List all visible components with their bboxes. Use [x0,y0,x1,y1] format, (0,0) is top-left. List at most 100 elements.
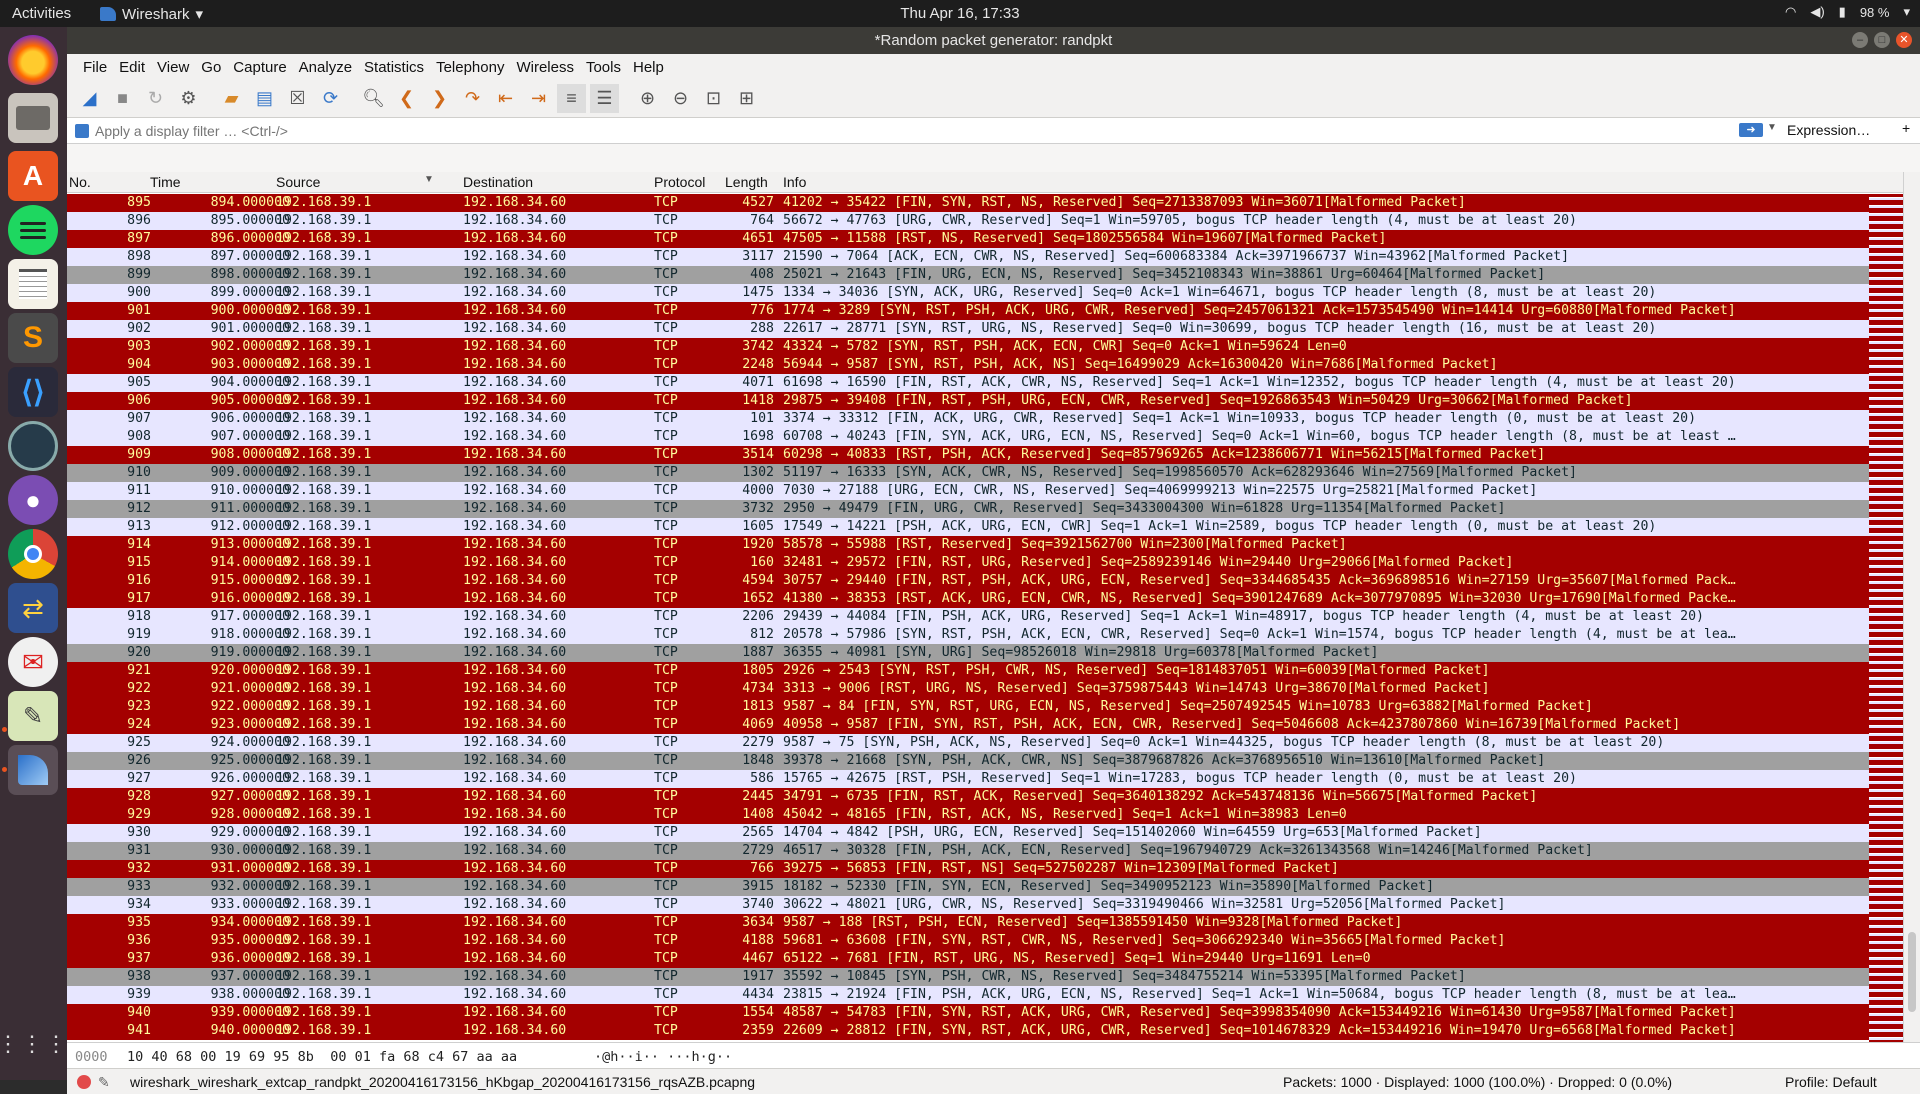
packet-row[interactable]: 913 912.000000 192.168.39.1 192.168.34.60 TC… [67,518,1869,536]
column-info[interactable]: Info [783,174,1903,190]
packet-row[interactable]: 922 921.000000 192.168.39.1 192.168.34.60 TC… [67,680,1869,698]
packet-row[interactable]: 929 928.000000 192.168.39.1 192.168.34.60 TC… [67,806,1869,824]
packet-row[interactable]: 935 934.000000 192.168.39.1 192.168.34.60 TC… [67,914,1869,932]
packet-row[interactable]: 914 913.000000 192.168.39.1 192.168.34.60 TC… [67,536,1869,554]
github-icon[interactable]: ● [8,475,58,525]
stop-capture-icon[interactable]: ■ [108,84,137,113]
packet-row[interactable]: 898 897.000000 192.168.39.1 192.168.34.60 TC… [67,248,1869,266]
expression-button[interactable]: Expression… [1787,122,1870,138]
last-packet-icon[interactable]: ⇥ [524,84,553,113]
packet-row[interactable]: 897 896.000000 192.168.39.1 192.168.34.60 TC… [67,230,1869,248]
packet-row[interactable]: 941 940.000000 192.168.39.1 192.168.34.60 TC… [67,1022,1869,1040]
reload-file-icon[interactable]: ⟳ [316,84,345,113]
autoscroll-icon[interactable]: ≡ [557,84,586,113]
packet-row[interactable]: 938 937.000000 192.168.39.1 192.168.34.60 TC… [67,968,1869,986]
add-filter-button[interactable]: + [1902,120,1910,136]
packet-row[interactable]: 896 895.000000 192.168.39.1 192.168.34.60 TC… [67,212,1869,230]
sublime-text-icon[interactable]: S [8,313,58,363]
packet-row[interactable]: 926 925.000000 192.168.39.1 192.168.34.60 TC… [67,752,1869,770]
apply-filter-icon[interactable]: ➜ [1739,123,1763,137]
packet-row[interactable]: 939 938.000000 192.168.39.1 192.168.34.60 TC… [67,986,1869,1004]
column-no[interactable]: No. [69,174,129,190]
go-back-icon[interactable]: ❮ [392,84,421,113]
packet-row[interactable]: 895 894.000000 192.168.39.1 192.168.34.60 TC… [67,194,1869,212]
column-source[interactable]: Source ▼ [276,174,456,190]
packet-row[interactable]: 919 918.000000 192.168.39.1 192.168.34.60 TC… [67,626,1869,644]
menu-edit[interactable]: Edit [113,59,151,76]
scrollbar-thumb[interactable] [1908,932,1916,1012]
packet-row[interactable]: 900 899.000000 192.168.39.1 192.168.34.60 TC… [67,284,1869,302]
packet-row[interactable]: 906 905.000000 192.168.39.1 192.168.34.60 TC… [67,392,1869,410]
packet-row[interactable]: 920 919.000000 192.168.39.1 192.168.34.60 TC… [67,644,1869,662]
packet-row[interactable]: 910 909.000000 192.168.39.1 192.168.34.60 TC… [67,464,1869,482]
start-capture-icon[interactable]: ◢ [75,84,104,113]
first-packet-icon[interactable]: ⇤ [491,84,520,113]
clock[interactable]: Thu Apr 16, 17:33 [0,5,1920,22]
packet-row[interactable]: 930 929.000000 192.168.39.1 192.168.34.60 TC… [67,824,1869,842]
menu-file[interactable]: File [77,59,113,76]
packet-row[interactable]: 905 904.000000 192.168.39.1 192.168.34.60 TC… [67,374,1869,392]
profile-selector[interactable]: Profile: Default [1785,1074,1877,1090]
editor-tool-icon[interactable]: ✎ [8,691,58,741]
find-packet-icon[interactable]: 🔍︎ [359,84,388,113]
system-tray[interactable]: ◠ ◀) ▮ 98 % ▾ [1785,4,1910,20]
bookmark-icon[interactable] [75,123,89,138]
window-titlebar[interactable]: *Random packet generator: randpkt – □ ✕ [67,27,1920,54]
packet-row[interactable]: 925 924.000000 192.168.39.1 192.168.34.60 TC… [67,734,1869,752]
packet-row[interactable]: 932 931.000000 192.168.39.1 192.168.34.60 TC… [67,860,1869,878]
packet-row[interactable]: 901 900.000000 192.168.39.1 192.168.34.60 TC… [67,302,1869,320]
spotify-icon[interactable] [8,205,58,255]
menu-statistics[interactable]: Statistics [358,59,430,76]
packet-row[interactable]: 933 932.000000 192.168.39.1 192.168.34.60 TC… [67,878,1869,896]
packet-row[interactable]: 934 933.000000 192.168.39.1 192.168.34.60 TC… [67,896,1869,914]
maximize-button[interactable]: □ [1874,32,1890,48]
wireshark-icon[interactable] [8,745,58,795]
text-editor-icon[interactable] [8,259,58,309]
packet-row[interactable]: 936 935.000000 192.168.39.1 192.168.34.60 TC… [67,932,1869,950]
close-file-icon[interactable]: ☒ [283,84,312,113]
system-monitor-icon[interactable] [8,421,58,471]
resize-columns-icon[interactable]: ⊞ [732,84,761,113]
zoom-out-icon[interactable]: ⊖ [666,84,695,113]
packet-row[interactable]: 940 939.000000 192.168.39.1 192.168.34.60 TC… [67,1004,1869,1022]
column-time[interactable]: Time [150,174,290,190]
packet-row[interactable]: 899 898.000000 192.168.39.1 192.168.34.60 TC… [67,266,1869,284]
column-protocol[interactable]: Protocol [654,174,714,190]
menu-wireless[interactable]: Wireless [510,59,580,76]
network-tool-icon[interactable]: ⇄ [8,583,58,633]
packet-row[interactable]: 917 916.000000 192.168.39.1 192.168.34.60 TC… [67,590,1869,608]
packet-row[interactable]: 937 936.000000 192.168.39.1 192.168.34.60 TC… [67,950,1869,968]
go-to-packet-icon[interactable]: ↷ [458,84,487,113]
menu-go[interactable]: Go [195,59,227,76]
menu-help[interactable]: Help [627,59,670,76]
colorize-icon[interactable]: ☰ [590,84,619,113]
menu-tools[interactable]: Tools [580,59,627,76]
menu-telephony[interactable]: Telephony [430,59,510,76]
packet-row[interactable]: 927 926.000000 192.168.39.1 192.168.34.60 TC… [67,770,1869,788]
bytes-ascii[interactable]: ·@h··i·· ···h·g·· [594,1049,732,1065]
capture-options-icon[interactable]: ⚙ [174,84,203,113]
open-file-icon[interactable]: ▰ [217,84,246,113]
packet-row[interactable]: 907 906.000000 192.168.39.1 192.168.34.60 TC… [67,410,1869,428]
packet-row[interactable]: 909 908.000000 192.168.39.1 192.168.34.60 TC… [67,446,1869,464]
packet-row[interactable]: 928 927.000000 192.168.39.1 192.168.34.60 TC… [67,788,1869,806]
menu-analyze[interactable]: Analyze [293,59,358,76]
display-filter-input[interactable] [95,122,1745,139]
mail-icon[interactable]: ✉ [8,637,58,687]
packet-row[interactable]: 931 930.000000 192.168.39.1 192.168.34.60 TC… [67,842,1869,860]
packet-row[interactable]: 912 911.000000 192.168.39.1 192.168.34.60 TC… [67,500,1869,518]
packet-list-scrollbar[interactable] [1903,172,1920,1042]
packet-row[interactable]: 921 920.000000 192.168.39.1 192.168.34.60 TC… [67,662,1869,680]
restart-capture-icon[interactable]: ↻ [141,84,170,113]
minimize-button[interactable]: – [1852,32,1868,48]
zoom-in-icon[interactable]: ⊕ [633,84,662,113]
packet-row[interactable]: 904 903.000000 192.168.39.1 192.168.34.60 TC… [67,356,1869,374]
packet-row[interactable]: 903 902.000000 192.168.39.1 192.168.34.60 TC… [67,338,1869,356]
menu-capture[interactable]: Capture [227,59,292,76]
packet-row[interactable]: 908 907.000000 192.168.39.1 192.168.34.60 TC… [67,428,1869,446]
firefox-icon[interactable] [8,35,58,85]
expert-info-icon[interactable] [77,1075,91,1089]
column-destination[interactable]: Destination [463,174,643,190]
packet-row[interactable]: 915 914.000000 192.168.39.1 192.168.34.60 TC… [67,554,1869,572]
packet-row[interactable]: 916 915.000000 192.168.39.1 192.168.34.60 TC… [67,572,1869,590]
